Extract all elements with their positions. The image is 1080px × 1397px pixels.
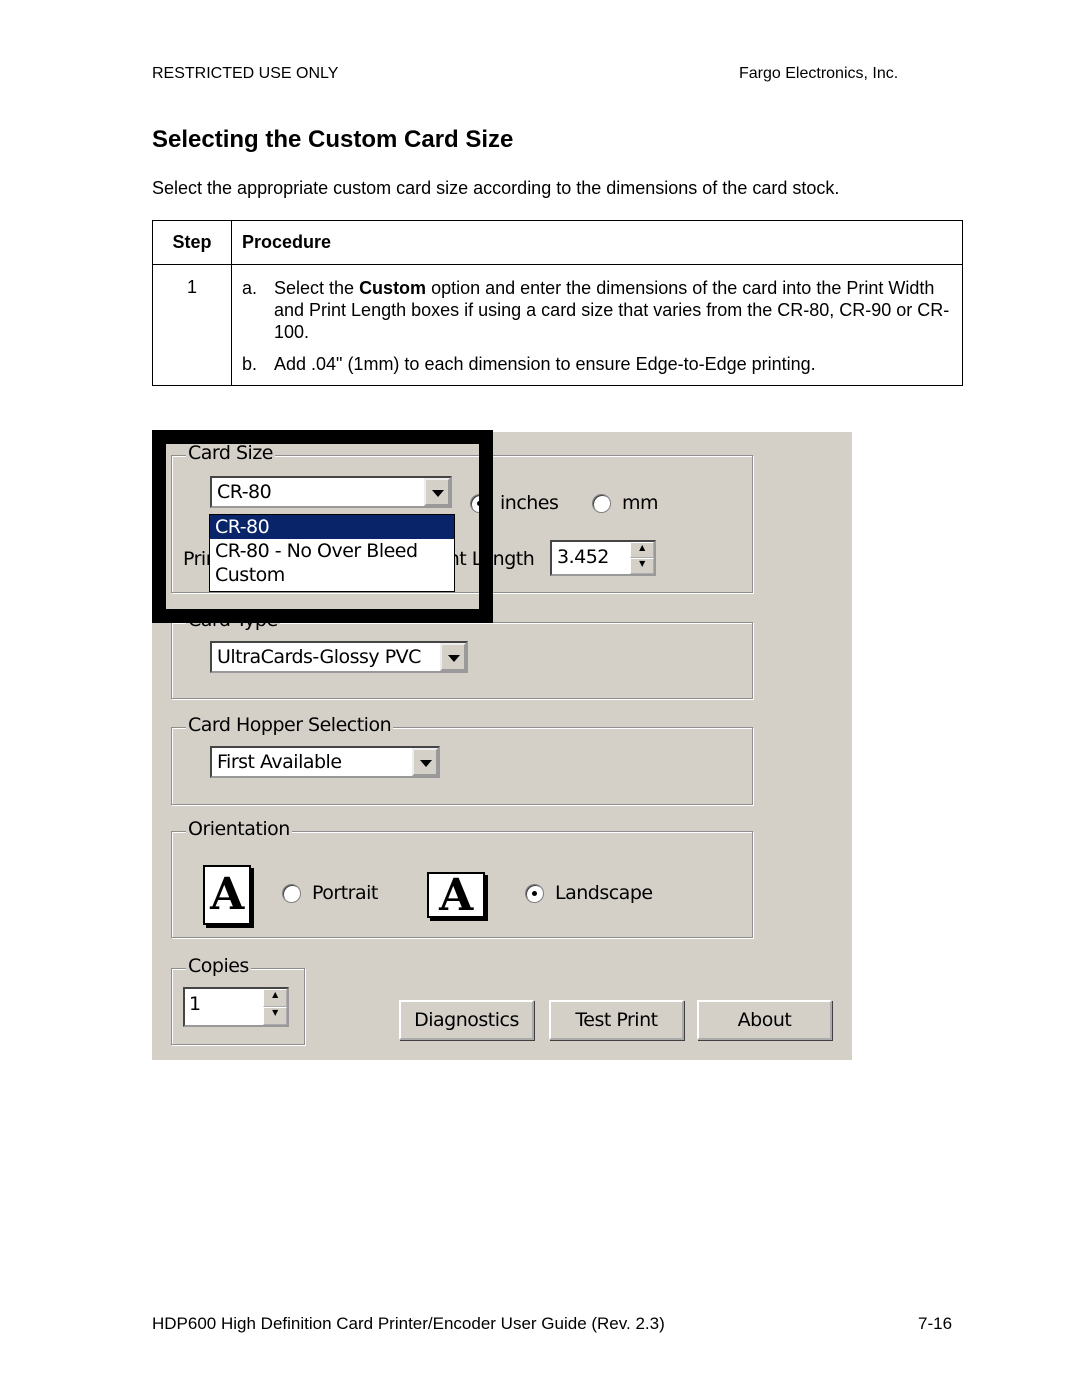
step-header: Step [152,220,232,265]
procedure-item-a: a. Select the Custom option and enter the… [242,277,952,343]
mm-label: mm [622,492,659,514]
item-text-pre: Select the [274,278,360,298]
item-letter: b. [242,354,258,374]
portrait-label: Portrait [312,882,378,904]
chevron-down-icon[interactable] [412,748,438,776]
card-size-dropdown[interactable]: CR-80 [210,476,452,508]
option-cr-80-no-over-bleed[interactable]: CR-80 - No Over Bleed [210,539,454,563]
chevron-down-icon[interactable] [424,478,450,506]
item-text: Select the Custom option and enter the d… [274,277,952,343]
card-size-value: CR-80 [217,481,272,503]
copies-label: Copies [186,955,251,977]
footer-guide-title: HDP600 High Definition Card Printer/Enco… [152,1314,665,1333]
procedure-item-b: b. Add .04" (1mm) to each dimension to en… [242,353,952,375]
card-size-options-list: CR-80 CR-80 - No Over Bleed Custom [209,514,455,592]
landscape-label: Landscape [555,882,653,904]
card-hopper-label: Card Hopper Selection [186,714,394,736]
item-letter: a. [242,278,258,298]
page-title: Selecting the Custom Card Size [152,126,514,153]
copies-group: Copies 1 ▲ ▼ [171,955,305,1045]
card-type-group: Card Type UltraCards-Glossy PVC [171,609,753,699]
chevron-down-icon[interactable] [440,643,466,671]
printer-settings-dialog: Card Size Print Width Print Length 3.452… [152,430,852,1060]
item-text-bold: Custom [359,278,427,298]
card-hopper-value: First Available [217,751,342,773]
procedure-header: Procedure [231,220,963,265]
mm-radio[interactable] [592,494,611,513]
card-hopper-dropdown[interactable]: First Available [210,746,440,778]
header-restricted: RESTRICTED USE ONLY [152,65,339,82]
intro-text: Select the appropriate custom card size … [152,178,840,198]
spin-up-button[interactable]: ▲ [263,989,287,1007]
orientation-group: Orientation A Portrait A Landscape [171,818,753,938]
portrait-radio[interactable] [282,884,301,903]
print-length-value: 3.452 [557,546,609,568]
card-hopper-group: Card Hopper Selection First Available [171,714,753,805]
option-cr-80[interactable]: CR-80 [210,515,454,539]
print-length-input[interactable]: 3.452 ▲ ▼ [550,540,656,576]
copies-value: 1 [189,993,201,1015]
inches-radio[interactable] [470,494,489,513]
card-type-value: UltraCards-Glossy PVC [217,646,421,668]
card-type-dropdown[interactable]: UltraCards-Glossy PVC [210,641,468,673]
spin-up-button[interactable]: ▲ [630,542,654,558]
document-page: RESTRICTED USE ONLY Fargo Electronics, I… [0,0,1080,1397]
orientation-label: Orientation [186,818,292,840]
table-row: 1 a. Select the Custom option and enter t… [152,264,963,386]
portrait-page-icon: A [203,865,251,925]
option-custom[interactable]: Custom [210,563,454,587]
item-text: Add .04" (1mm) to each dimension to ensu… [274,354,816,374]
landscape-radio[interactable] [525,884,544,903]
procedure-cell: a. Select the Custom option and enter the… [231,264,963,386]
procedure-table: Step Procedure 1 a. Select the Custom opt… [152,220,963,386]
inches-label: inches [500,492,559,514]
copies-input[interactable]: 1 ▲ ▼ [183,987,289,1027]
about-button[interactable]: About [697,1000,832,1040]
footer-page-number: 7-16 [918,1314,953,1333]
diagnostics-button[interactable]: Diagnostics [399,1000,534,1040]
card-type-label: Card Type [186,609,280,631]
spin-down-button[interactable]: ▼ [263,1007,287,1025]
header-company: Fargo Electronics, Inc. [739,65,899,82]
card-size-label: Card Size [186,442,275,464]
step-number: 1 [152,264,232,386]
spin-down-button[interactable]: ▼ [630,558,654,574]
table-header-row: Step Procedure [152,220,963,265]
landscape-page-icon: A [427,872,485,918]
test-print-button[interactable]: Test Print [549,1000,684,1040]
